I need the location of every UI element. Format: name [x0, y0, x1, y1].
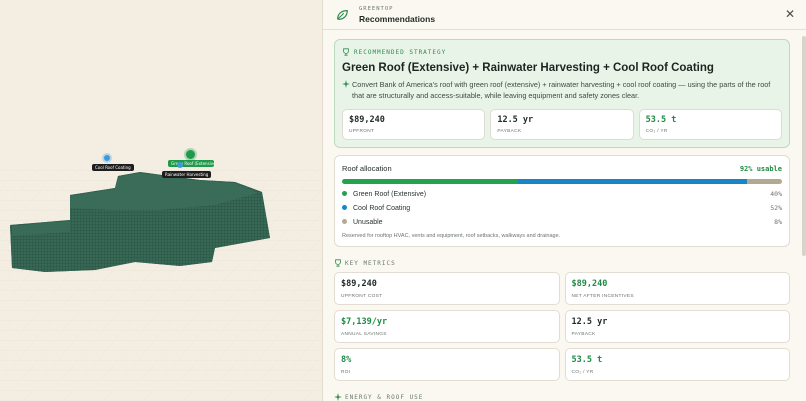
metric-value: 8%	[341, 355, 352, 365]
panel-header: GREENTOP Recommendations ✕	[323, 0, 806, 30]
allocation-legend: Green Roof (Extensive) 40% Cool Roof Coati…	[342, 190, 782, 226]
allocation-segment	[746, 179, 782, 184]
legend-row: Unusable 8%	[342, 218, 782, 226]
metric-value: $89,240	[571, 279, 608, 289]
strategy-description-wrap: Convert Bank of America's roof with gree…	[342, 79, 782, 101]
metric-label: ANNUAL SAVINGS	[341, 332, 387, 337]
cool-roof-label: Cool Roof Coating	[92, 164, 134, 171]
legend-dot	[342, 205, 347, 211]
strategy-eyebrow-label: RECOMMENDED STRATEGY	[354, 48, 447, 56]
rainwater-label: Rainwater Harvesting	[162, 171, 212, 178]
trophy-icon	[335, 259, 341, 267]
metric-card: 53.5 t CO₂ / YR	[564, 348, 790, 381]
metric-value: $89,240	[341, 279, 377, 289]
stat-value: 53.5 t	[645, 115, 677, 125]
stat-upfront: $89,240 UPFRONT	[342, 109, 486, 140]
stat-label: PAYBACK	[497, 129, 522, 134]
allocation-bar	[342, 179, 782, 184]
stat-value: 12.5 yr	[497, 115, 534, 125]
metric-label: UPFRONT COST	[341, 294, 383, 299]
building-render	[0, 170, 322, 401]
stat-label: UPFRONT	[349, 129, 375, 134]
allocation-segment	[342, 179, 518, 184]
strategy-eyebrow: RECOMMENDED STRATEGY	[342, 48, 782, 56]
metric-value: 12.5 yr	[571, 317, 608, 327]
cool-roof-marker[interactable]	[104, 155, 110, 161]
leaf-icon	[337, 9, 348, 20]
allocation-usable: 92% usable	[739, 164, 782, 173]
recommendations-panel: GREENTOP Recommendations ✕ RECOMMENDED S…	[322, 0, 806, 401]
legend-name: Cool Roof Coating	[353, 204, 411, 212]
legend-name: Unusable	[353, 218, 383, 226]
panel-title: Recommendations	[359, 13, 436, 24]
allocation-segment	[518, 179, 747, 184]
metric-card: $89,240 NET AFTER INCENTIVES	[564, 272, 790, 305]
legend-row: Green Roof (Extensive) 40%	[342, 190, 782, 198]
stat-co2: 53.5 t CO₂ / YR	[638, 109, 782, 140]
key-metrics-heading: KEY METRICS	[334, 259, 790, 267]
metric-card: 12.5 yr PAYBACK	[564, 310, 790, 343]
rainwater-marker[interactable]	[177, 162, 183, 168]
metric-card: 8% ROI	[334, 348, 560, 381]
strategy-stats: $89,240 UPFRONT 12.5 yr PAYBACK 53.5 t C…	[342, 109, 782, 140]
strategy-description: Convert Bank of America's roof with gree…	[352, 80, 771, 100]
metric-card: $89,240 UPFRONT COST	[334, 272, 560, 305]
stat-payback: 12.5 yr PAYBACK	[490, 109, 634, 140]
legend-dot	[342, 219, 347, 225]
legend-pct: 40%	[770, 190, 782, 198]
key-metrics-label: KEY METRICS	[345, 259, 396, 267]
3d-viewport[interactable]: Cool Roof Coating Green Roof (Extensive)…	[0, 0, 322, 401]
key-metrics-grid: $89,240 UPFRONT COST $89,240 NET AFTER INCE…	[334, 272, 790, 381]
metric-label: CO₂ / YR	[571, 370, 594, 375]
trophy-icon	[343, 48, 349, 56]
legend-item: Cool Roof Coating	[342, 205, 410, 212]
legend-item: Unusable	[342, 219, 383, 226]
close-icon[interactable]: ✕	[784, 8, 796, 20]
allocation-title: Roof allocation	[342, 164, 392, 173]
legend-pct: 8%	[774, 218, 782, 226]
metric-card: $7,139/yr ANNUAL SAVINGS	[334, 310, 560, 343]
stat-value: $89,240	[349, 115, 385, 125]
legend-pct: 52%	[770, 204, 782, 212]
legend-item: Green Roof (Extensive)	[342, 191, 426, 198]
allocation-note: Reserved for rooftop HVAC, vents and equ…	[342, 233, 561, 239]
metric-label: PAYBACK	[571, 332, 596, 337]
energy-heading: ENERGY & ROOF USE	[334, 393, 790, 401]
roof-allocation-card: Roof allocation 92% usable Green Roof (E…	[334, 155, 790, 247]
green-roof-marker[interactable]	[186, 150, 195, 159]
panel-scroll-area[interactable]: RECOMMENDED STRATEGY Green Roof (Extensi…	[323, 30, 803, 401]
strategy-title: Green Roof (Extensive) + Rainwater Harve…	[342, 62, 714, 74]
green-roof-label: Green Roof (Extensive)	[168, 160, 214, 167]
metric-value: 53.5 t	[571, 355, 603, 365]
brand-label: GREENTOP	[359, 5, 394, 12]
metric-label: ROI	[341, 370, 351, 375]
energy-label: ENERGY & ROOF USE	[345, 393, 424, 401]
legend-name: Green Roof (Extensive)	[353, 190, 427, 198]
metric-value: $7,139/yr	[341, 317, 388, 327]
scrollbar[interactable]	[802, 36, 806, 256]
legend-dot	[342, 191, 347, 197]
stat-label: CO₂ / YR	[645, 129, 668, 134]
recommended-strategy-card: RECOMMENDED STRATEGY Green Roof (Extensi…	[334, 39, 790, 148]
sparkle-icon	[334, 393, 342, 401]
legend-row: Cool Roof Coating 52%	[342, 204, 782, 212]
sparkle-icon	[342, 80, 350, 88]
metric-label: NET AFTER INCENTIVES	[571, 294, 634, 299]
